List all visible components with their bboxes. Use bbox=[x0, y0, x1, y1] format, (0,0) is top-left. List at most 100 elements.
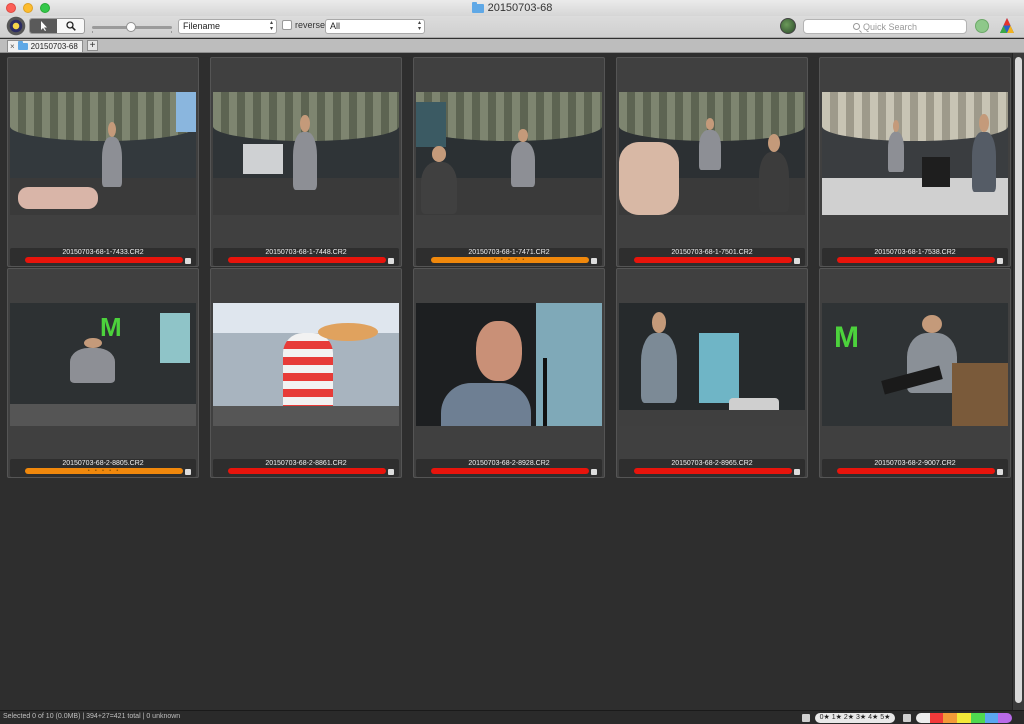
photo-thumbnail[interactable] bbox=[213, 303, 399, 426]
thumbnail-label-bar: 20150703-68-2-9007.CR2 bbox=[822, 459, 1008, 477]
vertical-scrollbar[interactable] bbox=[1012, 53, 1024, 710]
color-label[interactable] bbox=[228, 468, 386, 474]
status-text: Selected 0 of 10 (0.0MB) | 394+27=421 to… bbox=[3, 713, 181, 720]
reverse-toggle[interactable]: reverse bbox=[282, 20, 325, 30]
refresh-button[interactable] bbox=[975, 19, 989, 33]
thumbnail-filename: 20150703-68-2-9007.CR2 bbox=[874, 460, 956, 467]
thumbnail-label-bar: 20150703-68-2-8805.CR2 • • • • • bbox=[10, 459, 196, 477]
thumbnail-filename: 20150703-68-1-7538.CR2 bbox=[874, 249, 956, 256]
photo-thumbnail[interactable]: M bbox=[10, 303, 196, 426]
sort-field-select[interactable]: Filename bbox=[178, 19, 277, 34]
color-label[interactable] bbox=[837, 468, 995, 474]
thumbnail-filename: 20150703-68-2-8805.CR2 bbox=[62, 460, 144, 467]
thumbnail-label-bar: 20150703-68-1-7471.CR2 • • • • • bbox=[416, 248, 602, 266]
color-label[interactable] bbox=[634, 257, 792, 263]
select-checkbox[interactable] bbox=[794, 469, 800, 475]
photo-thumbnail[interactable] bbox=[10, 92, 196, 215]
thumbnail-filename: 20150703-68-1-7433.CR2 bbox=[62, 249, 144, 256]
select-checkbox[interactable] bbox=[591, 469, 597, 475]
zoom-window-button[interactable] bbox=[40, 3, 50, 13]
gear-icon[interactable] bbox=[6, 16, 26, 36]
cursor-arrow-icon bbox=[40, 21, 47, 31]
reverse-label: reverse bbox=[295, 20, 326, 30]
select-checkbox[interactable] bbox=[185, 258, 191, 264]
select-checkbox[interactable] bbox=[185, 469, 191, 475]
scrollbar-thumb[interactable] bbox=[1015, 57, 1022, 703]
thumbnail-label-bar: 20150703-68-2-8928.CR2 bbox=[416, 459, 602, 477]
stars-filter[interactable]: 0★ 1★ 2★ 3★ 4★ 5★ bbox=[815, 713, 895, 723]
color-label[interactable]: • • • • • bbox=[431, 257, 589, 263]
color-label-filter[interactable] bbox=[916, 713, 1012, 723]
quick-search-input[interactable]: Quick Search bbox=[803, 19, 967, 34]
filter-select[interactable]: All bbox=[325, 19, 425, 34]
color-label[interactable] bbox=[228, 257, 386, 263]
photo-thumbnail[interactable] bbox=[416, 303, 602, 426]
tab-bar: × 20150703-68 + bbox=[0, 39, 1024, 53]
thumbnail-cell[interactable]: 20150703-68-1-7433.CR2 bbox=[7, 57, 199, 267]
photo-thumbnail[interactable] bbox=[822, 92, 1008, 215]
color-label[interactable] bbox=[837, 257, 995, 263]
select-checkbox[interactable] bbox=[388, 258, 394, 264]
color-filter-checkbox[interactable] bbox=[903, 714, 911, 722]
select-checkbox[interactable] bbox=[794, 258, 800, 264]
photo-thumbnail[interactable]: M bbox=[822, 303, 1008, 426]
thumbnail-cell[interactable]: 20150703-68-2-8861.CR2 bbox=[210, 268, 402, 478]
color-label[interactable]: • • • • • bbox=[25, 468, 183, 474]
tool-selector bbox=[29, 18, 85, 34]
pointer-tool-button[interactable] bbox=[30, 19, 57, 33]
thumbnail-grid: 20150703-68-1-7433.CR2 20150703-68-1-744… bbox=[0, 53, 1012, 710]
thumbnail-filename: 20150703-68-1-7471.CR2 bbox=[468, 249, 550, 256]
thumbnail-label-bar: 20150703-68-1-7448.CR2 bbox=[213, 248, 399, 266]
thumbnail-size-slider[interactable] bbox=[92, 22, 172, 32]
thumbnail-label-bar: 20150703-68-2-8861.CR2 bbox=[213, 459, 399, 477]
title-bar: 20150703-68 bbox=[0, 0, 1024, 16]
thumbnail-cell[interactable]: 20150703-68-1-7448.CR2 bbox=[210, 57, 402, 267]
thumbnail-cell[interactable]: M 20150703-68-2-8805.CR2 • • • • • bbox=[7, 268, 199, 478]
zoom-tool-button[interactable] bbox=[57, 19, 84, 33]
slider-ticks bbox=[92, 31, 172, 33]
thumbnail-cell[interactable]: 20150703-68-2-8928.CR2 bbox=[413, 268, 605, 478]
window-title: 20150703-68 bbox=[471, 1, 553, 14]
window-title-text: 20150703-68 bbox=[487, 2, 553, 14]
search-placeholder: Quick Search bbox=[862, 21, 918, 32]
photo-thumbnail[interactable] bbox=[416, 92, 602, 215]
window-controls bbox=[6, 3, 50, 13]
folder-icon bbox=[17, 41, 28, 50]
status-bar: Selected 0 of 10 (0.0MB) | 394+27=421 to… bbox=[0, 710, 1024, 724]
select-checkbox[interactable] bbox=[997, 258, 1003, 264]
magnifier-icon bbox=[65, 21, 76, 31]
toolbar: Filename reverse All Quick Search bbox=[0, 16, 1024, 38]
color-palette-icon[interactable] bbox=[998, 17, 1016, 35]
thumbnail-filename: 20150703-68-2-8928.CR2 bbox=[468, 460, 550, 467]
search-icon bbox=[852, 23, 860, 30]
reverse-checkbox[interactable] bbox=[282, 20, 292, 30]
thumbnail-filename: 20150703-68-1-7501.CR2 bbox=[671, 249, 753, 256]
add-tab-button[interactable]: + bbox=[87, 40, 98, 51]
tab-folder[interactable]: × 20150703-68 bbox=[7, 40, 83, 52]
photo-thumbnail[interactable] bbox=[213, 92, 399, 215]
thumbnail-filename: 20150703-68-2-8965.CR2 bbox=[671, 460, 753, 467]
thumbnail-cell[interactable]: 20150703-68-2-8965.CR2 bbox=[616, 268, 808, 478]
select-checkbox[interactable] bbox=[591, 258, 597, 264]
thumbnail-filename: 20150703-68-2-8861.CR2 bbox=[265, 460, 347, 467]
thumbnail-cell[interactable]: M 20150703-68-2-9007.CR2 bbox=[819, 268, 1011, 478]
globe-icon[interactable] bbox=[780, 18, 796, 34]
color-label[interactable] bbox=[25, 257, 183, 263]
thumbnail-label-bar: 20150703-68-1-7501.CR2 bbox=[619, 248, 805, 266]
select-checkbox[interactable] bbox=[997, 469, 1003, 475]
photo-thumbnail[interactable] bbox=[619, 92, 805, 215]
thumbnail-cell[interactable]: 20150703-68-1-7538.CR2 bbox=[819, 57, 1011, 267]
color-label[interactable] bbox=[634, 468, 792, 474]
thumbnail-cell[interactable]: 20150703-68-1-7501.CR2 bbox=[616, 57, 808, 267]
close-tab-icon[interactable]: × bbox=[10, 42, 15, 51]
photo-thumbnail[interactable] bbox=[619, 303, 805, 426]
select-checkbox[interactable] bbox=[388, 469, 394, 475]
thumbnail-cell[interactable]: 20150703-68-1-7471.CR2 • • • • • bbox=[413, 57, 605, 267]
filter-value: All bbox=[330, 21, 341, 31]
folder-icon bbox=[471, 1, 484, 13]
minimize-window-button[interactable] bbox=[23, 3, 33, 13]
stars-filter-checkbox[interactable] bbox=[802, 714, 810, 722]
color-label[interactable] bbox=[431, 468, 589, 474]
close-window-button[interactable] bbox=[6, 3, 16, 13]
thumbnail-label-bar: 20150703-68-2-8965.CR2 bbox=[619, 459, 805, 477]
